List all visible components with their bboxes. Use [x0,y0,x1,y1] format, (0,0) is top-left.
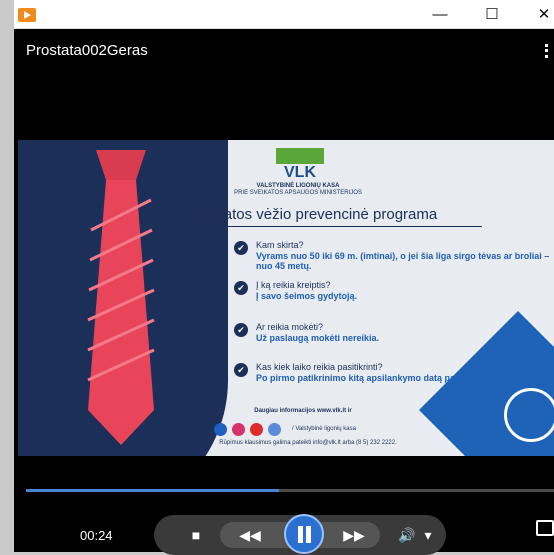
minimize-button[interactable]: — [428,6,452,24]
flickr-icon [268,423,281,436]
tie-illustration [87,150,155,445]
slide-heading: Prostatos vėžio prevencinė programa [188,206,438,223]
seek-bar-fill [26,489,280,492]
divider [162,226,482,227]
youtube-icon [250,423,263,436]
volume-icon[interactable]: 🔊 [398,525,416,545]
volume-dropdown-icon[interactable]: ▾ [422,525,434,545]
playback-controls: ■ ◀◀ ▶▶ 🔊 ▾ [154,514,446,555]
facebook-icon [214,423,227,436]
more-options-icon[interactable] [545,44,554,58]
org-name: VALSTYBINĖ LIGONIŲ KASA [256,183,340,189]
app-icon [18,8,36,22]
org-subtitle: PRIE SVEIKATOS APSAUGOS MINISTERIJOS [234,190,362,196]
fullscreen-icon[interactable] [536,520,554,536]
pause-button[interactable] [284,514,324,554]
title-bar: — ☐ ✕ [14,0,554,29]
elapsed-time: 00:24 [80,528,113,543]
footer-info: Daugiau informacijos www.vlk.lt ir [254,408,352,414]
previous-button[interactable]: ◀◀ [238,525,262,545]
video-frame[interactable]: VLK VALSTYBINĖ LIGONIŲ KASA PRIE SVEIKAT… [18,140,554,456]
media-player-window: — ☐ ✕ Prostata002Geras VLK VALSTYBINĖ LI… [14,0,554,555]
check-icon: ✔ [234,363,248,377]
check-icon: ✔ [234,323,248,337]
social-text: / Valstybinė ligonių kasa [292,426,356,432]
seek-bar[interactable] [26,489,554,492]
next-button[interactable]: ▶▶ [342,525,366,545]
maximize-button[interactable]: ☐ [480,6,504,24]
close-button[interactable]: ✕ [532,6,554,24]
check-icon: ✔ [234,281,248,295]
stop-button[interactable]: ■ [188,525,204,545]
instagram-icon [232,423,245,436]
stethoscope-icon [504,388,554,442]
vlk-logo: VLK [276,148,324,181]
video-title: Prostata002Geras [26,42,148,59]
footer-contact: Rūpimus klausimus galima pateikti info@v… [219,440,397,446]
check-icon: ✔ [234,241,248,255]
